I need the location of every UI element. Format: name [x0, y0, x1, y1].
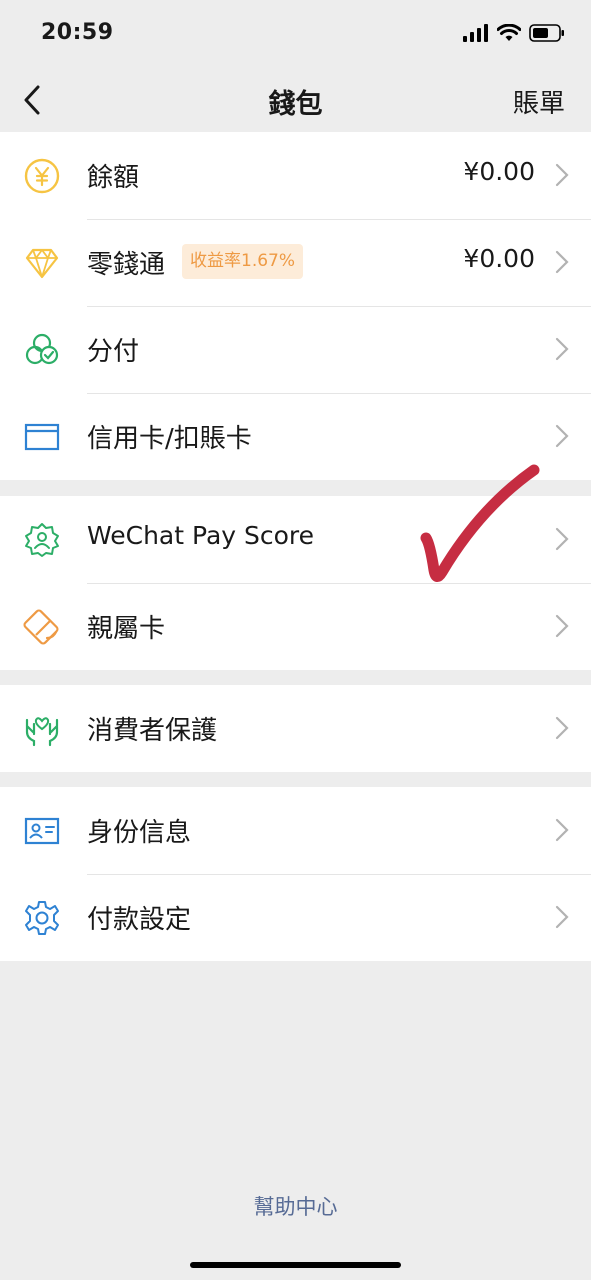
cellular-signal-icon: [463, 24, 488, 42]
family-card-row[interactable]: 親屬卡: [0, 583, 591, 670]
fenfu-row[interactable]: 分付: [0, 306, 591, 393]
bank-card-icon: [24, 423, 60, 451]
wallet-group-account: 身份信息 付款設定: [0, 787, 591, 961]
home-indicator[interactable]: [190, 1262, 401, 1268]
fenfu-label: 分付: [87, 337, 140, 367]
chevron-right-icon: [555, 163, 569, 187]
balance-value: ¥0.00: [463, 157, 535, 186]
yield-rate-badge: 收益率1.67%: [182, 244, 304, 279]
consumer-protection-row[interactable]: 消費者保護: [0, 685, 591, 772]
balance-label: 餘額: [87, 163, 140, 193]
yuan-coin-icon: [24, 158, 60, 194]
chevron-right-icon: [555, 614, 569, 638]
payment-settings-label: 付款設定: [87, 905, 192, 935]
chevron-right-icon: [555, 716, 569, 740]
lingqiantong-value: ¥0.00: [463, 244, 535, 273]
payment-settings-row[interactable]: 付款設定: [0, 874, 591, 961]
wifi-icon: [497, 24, 521, 41]
bill-button[interactable]: 賬單: [513, 83, 565, 120]
id-card-icon: [24, 817, 60, 845]
chevron-right-icon: [555, 250, 569, 274]
wallet-group-protection: 消費者保護: [0, 685, 591, 772]
pay-score-icon: [25, 523, 59, 557]
battery-icon: [529, 24, 564, 42]
chevron-right-icon: [555, 424, 569, 448]
lingqiantong-label: 零錢通: [87, 250, 166, 280]
bank-card-row[interactable]: 信用卡/扣賬卡: [0, 393, 591, 480]
status-icons: [463, 24, 565, 42]
lingqiantong-row[interactable]: 零錢通 收益率1.67% ¥0.00: [0, 219, 591, 306]
wallet-group-services: WeChat Pay Score 親屬卡: [0, 496, 591, 670]
settings-gear-icon: [25, 901, 59, 935]
bank-card-label: 信用卡/扣賬卡: [87, 424, 252, 454]
diamond-icon: [25, 248, 59, 279]
pay-score-label: WeChat Pay Score: [87, 521, 315, 550]
pay-score-row[interactable]: WeChat Pay Score: [0, 496, 591, 583]
help-center-link[interactable]: 幫助中心: [0, 1191, 591, 1221]
fenfu-icon: [25, 333, 59, 365]
chevron-right-icon: [555, 818, 569, 842]
consumer-protection-label: 消費者保護: [87, 716, 218, 746]
identity-info-row[interactable]: 身份信息: [0, 787, 591, 874]
wallet-group-funds: 餘額 ¥0.00 零錢通 收益率1.67% ¥0.00 分付 信用卡/扣賬卡: [0, 132, 591, 480]
status-time: 20:59: [41, 20, 114, 45]
nav-bar: 錢包 賬單: [0, 70, 591, 132]
status-bar: 20:59: [0, 0, 591, 70]
chevron-right-icon: [555, 337, 569, 361]
page-title: 錢包: [268, 89, 323, 120]
protection-hands-icon: [25, 717, 59, 747]
family-card-label: 親屬卡: [87, 614, 166, 644]
chevron-right-icon: [555, 527, 569, 551]
chevron-right-icon: [555, 905, 569, 929]
family-card-icon: [23, 609, 59, 645]
balance-row[interactable]: 餘額 ¥0.00: [0, 132, 591, 219]
identity-info-label: 身份信息: [87, 818, 192, 848]
